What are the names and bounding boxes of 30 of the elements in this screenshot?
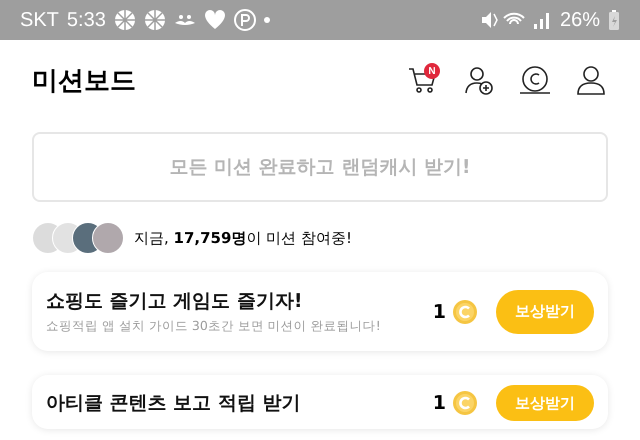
avatar xyxy=(92,222,124,254)
p-circle-icon xyxy=(234,9,256,31)
mission-title: 아티클 콘텐츠 보고 적립 받기 xyxy=(46,391,302,416)
wheel-icon xyxy=(114,9,136,31)
profile-button[interactable] xyxy=(574,63,608,97)
carrier-name: SKT xyxy=(20,8,59,32)
new-badge: N xyxy=(424,63,440,79)
battery-icon xyxy=(608,9,620,31)
coin-button[interactable] xyxy=(518,63,552,97)
mustache-icon xyxy=(174,13,196,27)
coin-icon xyxy=(452,298,478,324)
page-title: 미션보드 xyxy=(32,64,137,98)
coin-icon xyxy=(452,390,478,416)
mission-description: 쇼핑적립 앱 설치 가이드 30초간 보면 미션이 완료됩니다! xyxy=(46,318,382,335)
wheel-icon xyxy=(144,9,166,31)
battery-percent: 26% xyxy=(560,8,600,32)
reward-amount: 1 xyxy=(432,392,446,414)
mission-title: 쇼핑도 즐기고 게임도 즐기자! xyxy=(46,289,304,314)
claim-reward-button[interactable]: 보상받기 xyxy=(496,290,594,334)
heart-icon xyxy=(204,10,226,30)
participants-text: 지금, 17,759명이 미션 참여중! xyxy=(134,228,352,248)
clock-time: 5:33 xyxy=(66,8,106,32)
person-icon xyxy=(576,65,606,95)
dot-icon xyxy=(264,17,270,23)
all-missions-banner[interactable]: 모든 미션 완료하고 랜덤캐시 받기! xyxy=(32,132,608,202)
add-person-icon xyxy=(464,65,494,95)
reward-amount: 1 xyxy=(432,300,446,322)
claim-reward-button[interactable]: 보상받기 xyxy=(496,385,594,421)
cart-button[interactable]: N xyxy=(406,63,440,97)
coin-outline-icon xyxy=(519,65,551,95)
